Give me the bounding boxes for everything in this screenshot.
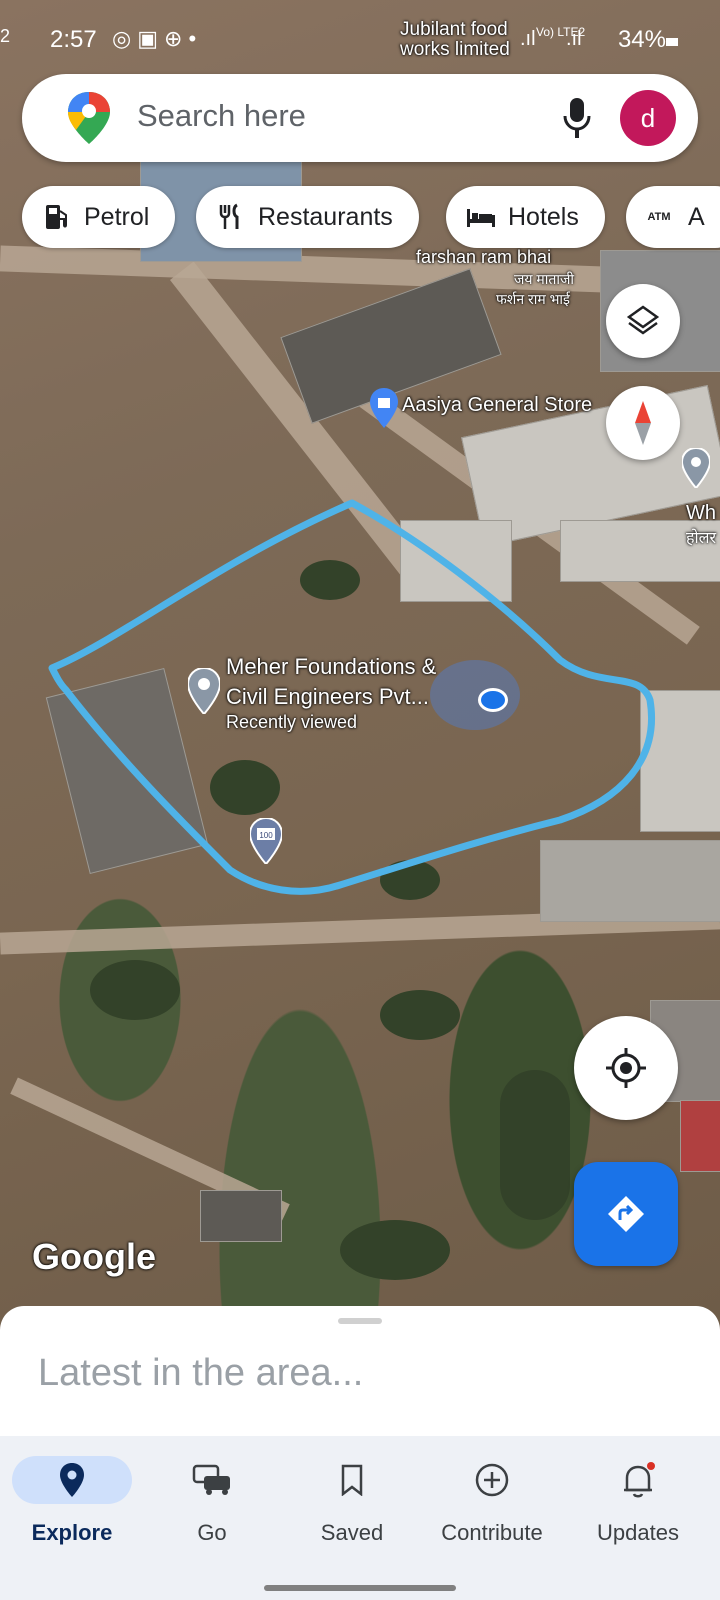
google-maps-logo-icon [68, 92, 110, 144]
map-label-farshan[interactable]: farshan ram bhai [416, 247, 551, 268]
grid-icon: ⊕ [164, 26, 189, 51]
chip-restaurants[interactable]: Restaurants [196, 186, 419, 248]
bell-icon [608, 1456, 668, 1504]
nav-saved[interactable]: Saved [280, 1436, 424, 1556]
crosshair-icon [606, 1048, 646, 1088]
nav-label: Contribute [441, 1520, 543, 1545]
map-label-meher-line2[interactable]: Civil Engineers Pvt... [226, 684, 429, 710]
bottom-sheet[interactable]: Latest in the area... [0, 1306, 720, 1436]
google-logo: Google [32, 1236, 156, 1277]
status-notification-icons: ◎▣⊕• [112, 26, 202, 52]
place-pin-edge-icon[interactable] [682, 448, 710, 488]
avatar[interactable]: d [620, 90, 676, 146]
compass-button[interactable] [606, 386, 680, 460]
status-battery: 34% [617, 26, 666, 53]
signal-2-icon: .ıl [566, 28, 582, 50]
nav-go[interactable]: Go [140, 1436, 284, 1556]
microphone-icon[interactable] [562, 96, 592, 140]
chip-hotels[interactable]: Hotels [446, 186, 605, 248]
pin-100-label: 100 [259, 831, 273, 840]
layers-icon [626, 305, 660, 335]
chip-petrol[interactable]: Petrol [22, 186, 176, 248]
status-left-edge: 2 [0, 26, 11, 46]
drag-handle[interactable] [338, 1318, 382, 1324]
search-input[interactable]: Search here [137, 98, 306, 134]
map-label-wh[interactable]: Wh [686, 502, 716, 525]
map-label-meher-line1[interactable]: Meher Foundations & [226, 654, 436, 680]
place-pin-icon[interactable] [188, 668, 220, 714]
nav-contribute[interactable]: Contribute [420, 1436, 564, 1556]
notification-dot [647, 1462, 655, 1470]
signal-icon: .ıl [520, 28, 536, 50]
whatsapp-icon: ◎ [112, 26, 138, 51]
compass-icon [635, 401, 651, 445]
chip-label: Petrol [84, 202, 150, 231]
explore-pin-icon [12, 1456, 132, 1504]
nav-updates[interactable]: Updates [566, 1436, 710, 1556]
nav-explore[interactable]: Explore [0, 1436, 144, 1556]
map-label-meher-sub: Recently viewed [226, 712, 358, 732]
chip-label: A [688, 202, 705, 231]
image-icon: ▣ [137, 26, 164, 51]
map-label-wh-hi: होलर [686, 530, 717, 547]
shopping-bag-pin-icon[interactable] [370, 388, 398, 428]
battery-icon [666, 38, 678, 46]
my-location-dot-core [478, 688, 508, 712]
latest-in-area-title: Latest in the area... [38, 1352, 364, 1394]
chip-label: Hotels [508, 202, 579, 231]
home-indicator[interactable] [264, 1585, 456, 1591]
chip-atm[interactable]: ATM A [626, 186, 720, 248]
bottom-navigation: Explore Go Saved Contribute Updates [0, 1436, 720, 1600]
directions-icon [608, 1196, 644, 1232]
map-label-aasiya[interactable]: Aasiya General Store [402, 394, 592, 417]
search-bar[interactable]: Search here d [22, 74, 698, 162]
nav-label: Updates [597, 1520, 679, 1545]
fork-knife-icon [216, 202, 246, 232]
bookmark-icon [322, 1456, 382, 1504]
fuel-pump-icon [42, 202, 72, 232]
dot-icon: • [188, 26, 203, 51]
directions-button[interactable] [574, 1162, 678, 1266]
my-location-button[interactable] [574, 1016, 678, 1120]
map-label-farshan-hi1: जय माताजी [514, 271, 575, 287]
layers-button[interactable] [606, 284, 680, 358]
status-time: 2:57 [50, 26, 97, 53]
chip-label: Restaurants [258, 202, 393, 231]
atm-pin-icon[interactable]: 100 [250, 818, 282, 864]
nav-label: Saved [320, 1520, 384, 1545]
plus-circle-icon [462, 1456, 522, 1504]
status-bar: 2 2:57 ◎▣⊕• Vo) LTE2 .ıl .ıl 34% [0, 0, 720, 80]
bed-icon [466, 202, 496, 232]
cars-icon [182, 1456, 242, 1504]
nav-label: Explore [31, 1520, 113, 1545]
nav-label: Go [197, 1520, 227, 1545]
map-label-farshan-hi2: फर्शन राम भाई [496, 291, 570, 307]
atm-icon: ATM [647, 211, 671, 223]
